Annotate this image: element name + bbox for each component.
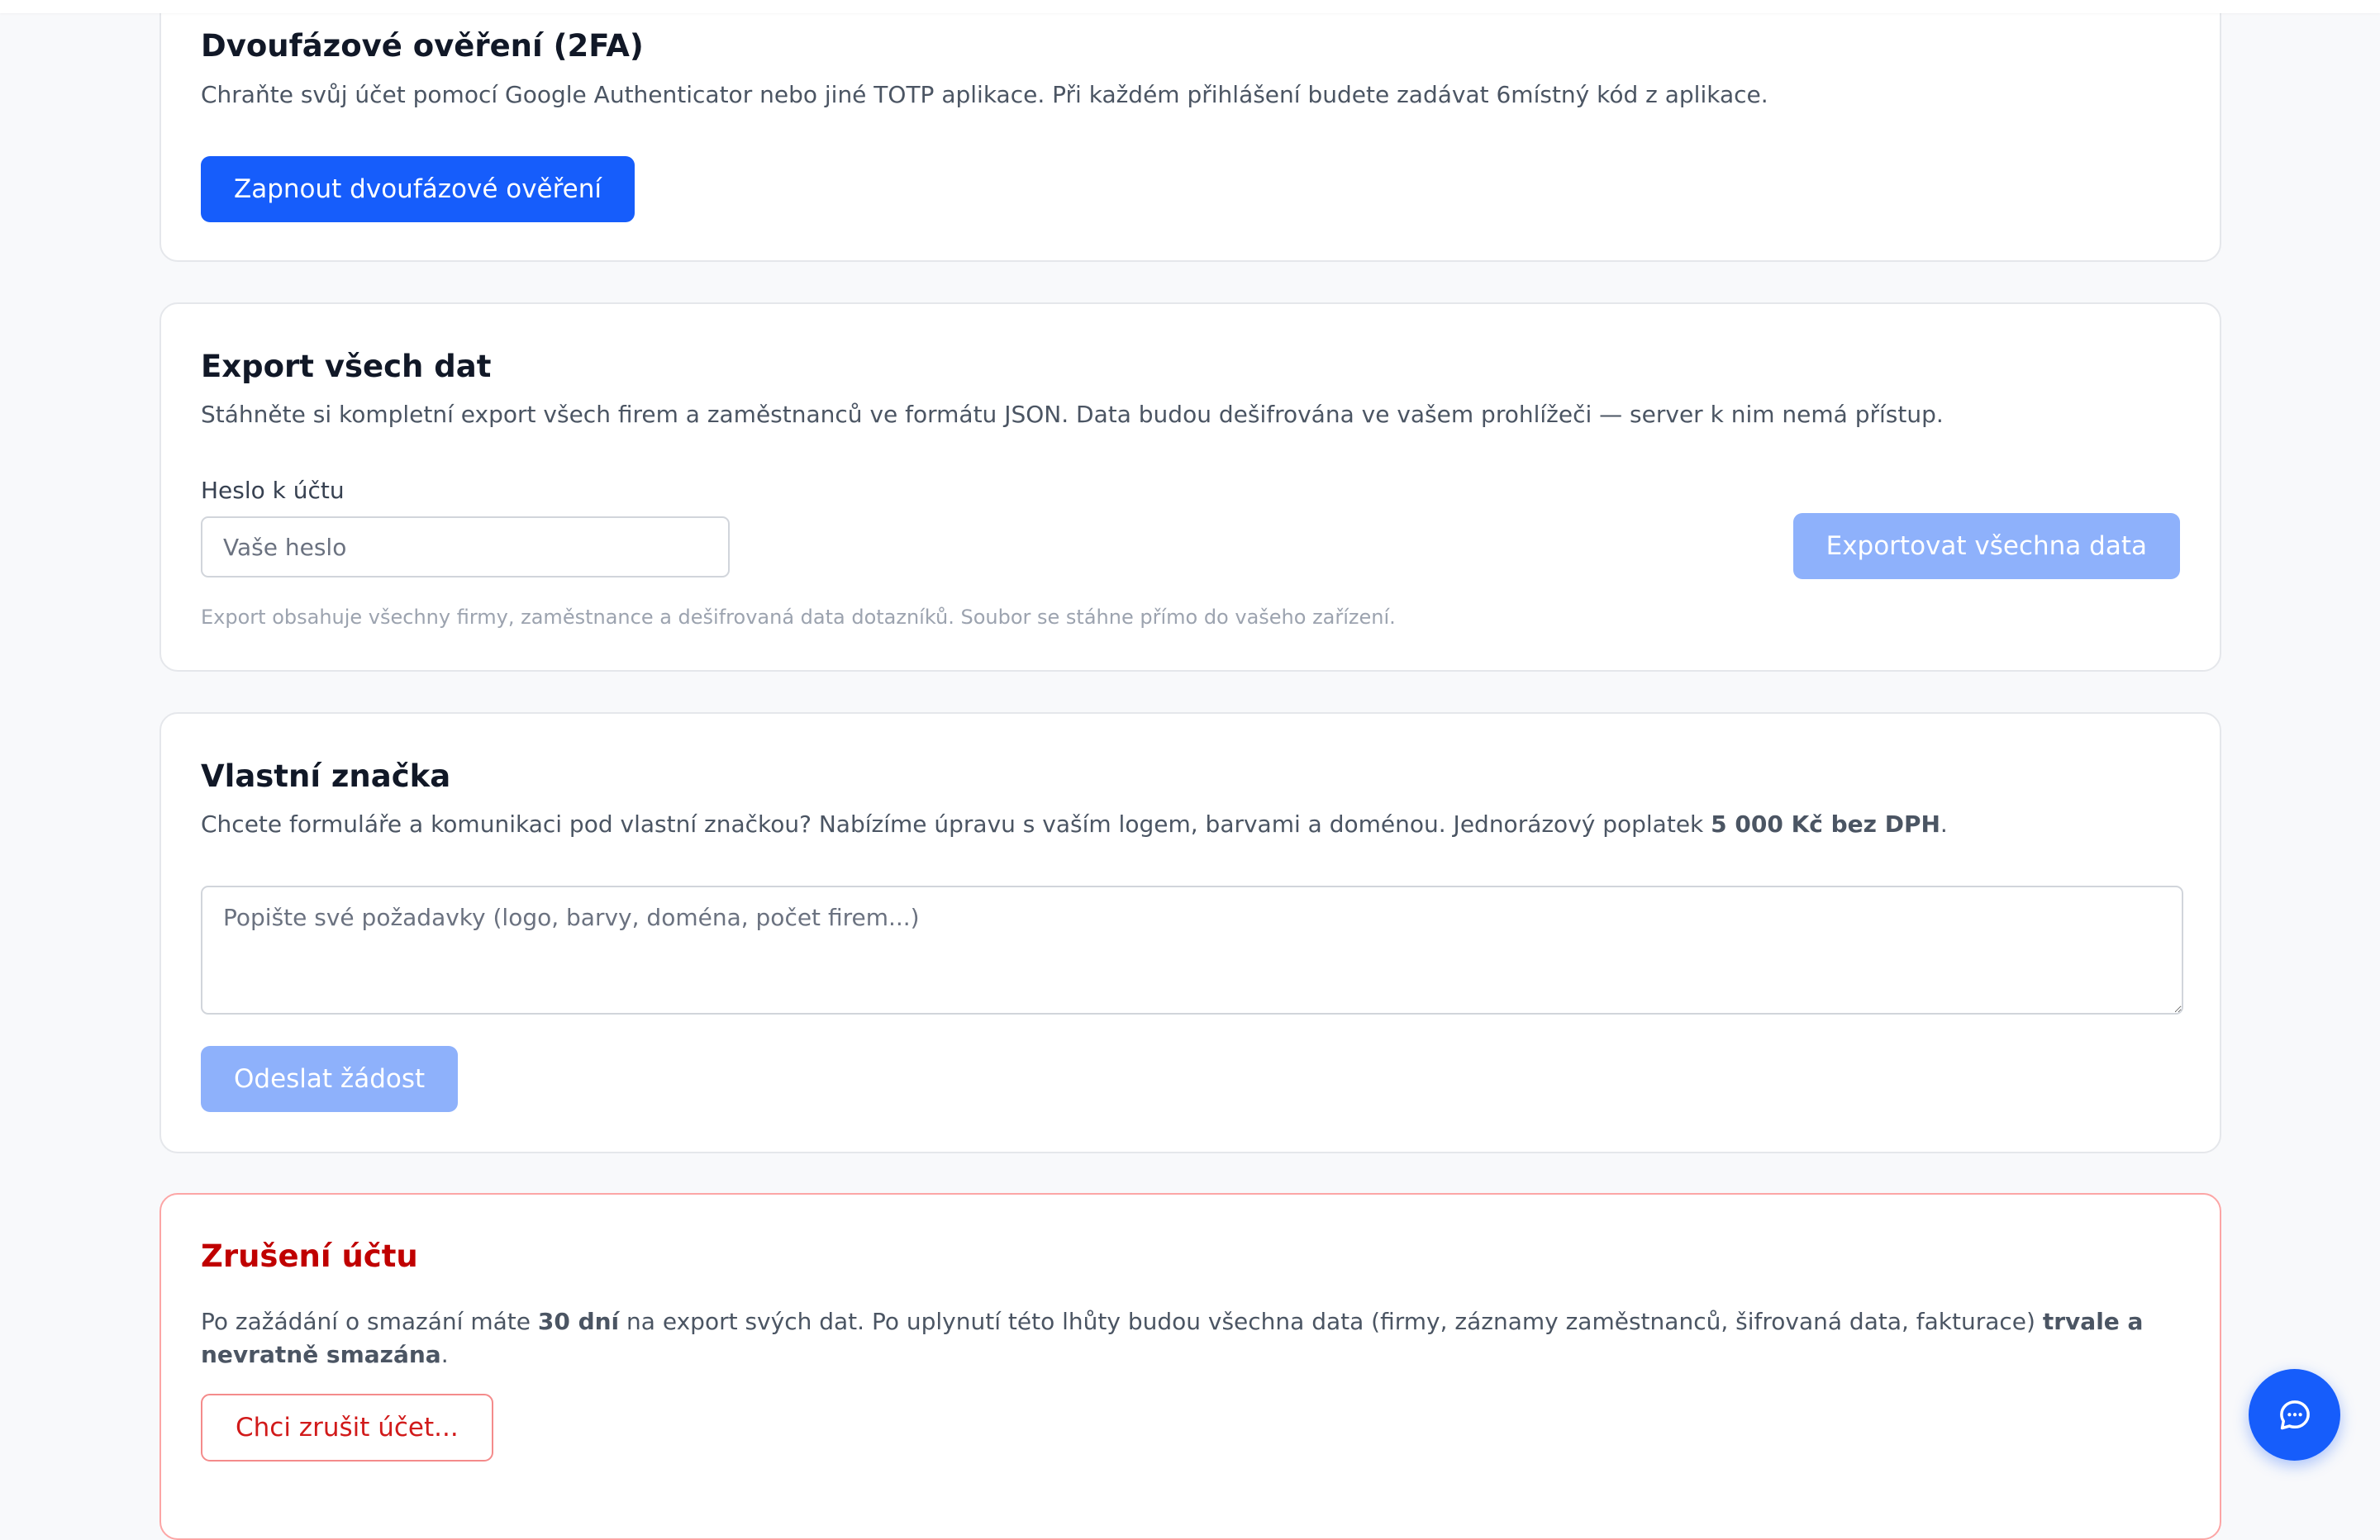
cancel-account-description: Po zažádání o smazání máte 30 dní na exp… bbox=[201, 1305, 2180, 1371]
branding-request-textarea[interactable] bbox=[201, 886, 2183, 1015]
branding-price: 5 000 Kč bez DPH bbox=[1711, 810, 1940, 838]
export-title: Export všech dat bbox=[201, 349, 492, 384]
export-hint: Export obsahuje všechny firmy, zaměstnan… bbox=[201, 606, 1396, 629]
cancel-account-title: Zrušení účtu bbox=[201, 1238, 418, 1274]
password-label: Heslo k účtu bbox=[201, 477, 345, 504]
twofa-card: Dvoufázové ověření (2FA) Chraňte svůj úč… bbox=[159, 0, 2221, 262]
send-request-button[interactable]: Odeslat žádost bbox=[201, 1046, 459, 1112]
cancel-account-card: Zrušení účtu Po zažádání o smazání máte … bbox=[159, 1193, 2221, 1540]
branding-description-end: . bbox=[1940, 810, 1948, 838]
cancel-description-part-1: Po zažádání o smazání máte bbox=[201, 1308, 538, 1335]
twofa-description: Chraňte svůj účet pomocí Google Authenti… bbox=[201, 81, 1768, 108]
chat-bubble-icon bbox=[2277, 1397, 2313, 1433]
branding-description-text: Chcete formuláře a komunikaci pod vlastn… bbox=[201, 810, 1711, 838]
cancel-days: 30 dní bbox=[537, 1308, 620, 1335]
branding-description: Chcete formuláře a komunikaci pod vlastn… bbox=[201, 808, 2180, 841]
top-bar bbox=[0, 0, 2380, 13]
twofa-title: Dvoufázové ověření (2FA) bbox=[201, 28, 644, 64]
password-input[interactable] bbox=[201, 516, 730, 578]
cancel-description-part-2: na export svých dat. Po uplynutí této lh… bbox=[619, 1308, 2043, 1335]
enable-2fa-button[interactable]: Zapnout dvoufázové ověření bbox=[201, 156, 635, 222]
branding-card: Vlastní značka Chcete formuláře a komuni… bbox=[159, 712, 2221, 1153]
export-card: Export všech dat Stáhněte si kompletní e… bbox=[159, 302, 2221, 672]
export-description: Stáhněte si kompletní export všech firem… bbox=[201, 401, 1944, 428]
export-data-button[interactable]: Exportovat všechna data bbox=[1792, 513, 2180, 579]
cancel-account-button[interactable]: Chci zrušit účet... bbox=[201, 1394, 493, 1462]
chat-button[interactable] bbox=[2249, 1369, 2340, 1461]
branding-title: Vlastní značka bbox=[201, 758, 451, 794]
cancel-description-part-3: . bbox=[440, 1341, 449, 1368]
